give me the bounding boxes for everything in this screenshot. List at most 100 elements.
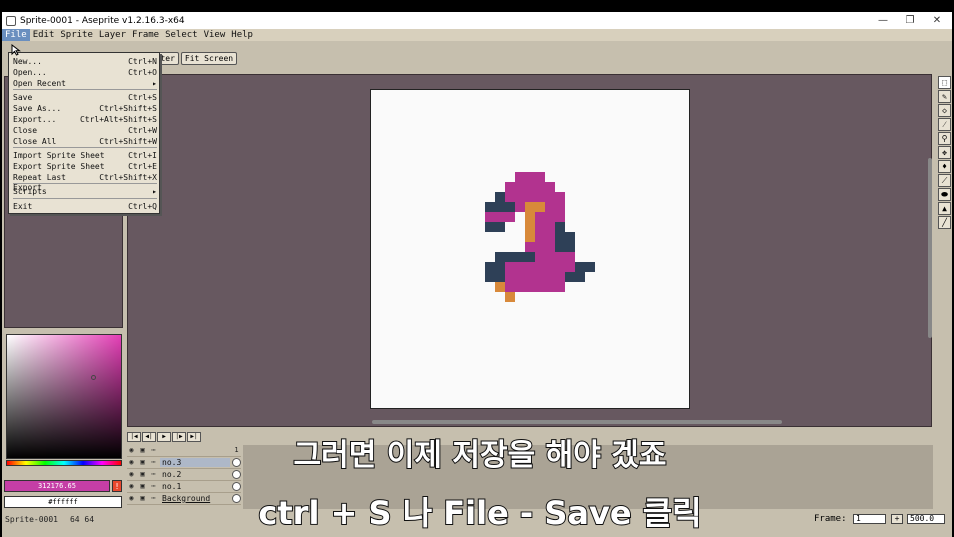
link-icon[interactable]: ⋯: [149, 458, 158, 467]
horizontal-scrollbar[interactable]: [132, 420, 922, 425]
status-sprite-size: 64 64: [69, 514, 95, 524]
sprite-pixel: [565, 252, 575, 262]
file-menu-item[interactable]: Close Ctrl+W: [13, 126, 157, 136]
eye-icon[interactable]: ◉: [127, 470, 136, 479]
file-menu-item[interactable]: Save Ctrl+S: [13, 93, 157, 103]
sprite-pixel: [525, 252, 535, 262]
first-frame-icon[interactable]: |◀: [127, 432, 141, 442]
lock-icon[interactable]: ▣: [138, 458, 147, 467]
hue-slider[interactable]: [6, 460, 122, 466]
add-frame-button[interactable]: +: [891, 514, 903, 524]
contour-tool-icon[interactable]: ▲: [938, 202, 951, 215]
file-menu-item[interactable]: Import Sprite Sheet Ctrl+I: [13, 151, 157, 161]
sprite-pixel: [505, 292, 515, 302]
menu-separator: [13, 147, 157, 148]
tool-palette: ⬚ ✎ ◇ ⁄ ⚲ ✥ ♦ ⟋ ⬬ ▲ ╱: [938, 76, 952, 236]
menu-help[interactable]: Help: [228, 29, 256, 41]
layer-name[interactable]: no.3: [160, 458, 230, 467]
layer-name[interactable]: Background: [160, 494, 230, 503]
vertical-scrollbar[interactable]: [928, 78, 932, 428]
link-icon[interactable]: ⋯: [149, 482, 158, 491]
sprite-pixel: [545, 282, 555, 292]
zoom-input[interactable]: 500.0: [907, 514, 945, 524]
lock-icon[interactable]: ▣: [138, 470, 147, 479]
menu-file[interactable]: File: [2, 29, 30, 41]
layer-row[interactable]: ◉ ▣ ⋯ no.3: [127, 457, 241, 469]
eye-header-icon[interactable]: ◉: [127, 446, 136, 455]
file-menu-item[interactable]: Save As... Ctrl+Shift+S: [13, 104, 157, 114]
menu-sprite[interactable]: Sprite: [57, 29, 96, 41]
link-icon[interactable]: ⋯: [149, 494, 158, 503]
prev-frame-icon[interactable]: ◀|: [142, 432, 156, 442]
menu-item-shortcut: Ctrl+N: [128, 57, 157, 66]
menu-item-label: Export...: [13, 115, 57, 124]
sprite-pixel: [515, 272, 525, 282]
line-tool-icon[interactable]: ⟋: [938, 174, 951, 187]
next-frame-icon[interactable]: |▶: [172, 432, 186, 442]
minimize-button[interactable]: —: [868, 12, 898, 29]
lock-icon[interactable]: ▣: [138, 482, 147, 491]
file-menu-item[interactable]: New... Ctrl+N: [13, 57, 157, 67]
eraser-tool-icon[interactable]: ◇: [938, 104, 951, 117]
sprite-pixel: [495, 252, 505, 262]
file-menu-item[interactable]: Open Recent ▸: [13, 79, 157, 89]
file-menu-item[interactable]: Open... Ctrl+O: [13, 68, 157, 78]
canvas-area[interactable]: [127, 74, 932, 427]
background-color[interactable]: #ffffff: [4, 496, 122, 508]
link-header-icon[interactable]: ⋯: [149, 446, 158, 455]
sprite-pixel: [535, 282, 545, 292]
menu-item-label: Close: [13, 126, 38, 135]
fill-tool-icon[interactable]: ♦: [938, 160, 951, 173]
menu-layer[interactable]: Layer: [96, 29, 129, 41]
layer-name[interactable]: no.2: [160, 470, 230, 479]
menu-frame[interactable]: Frame: [129, 29, 162, 41]
file-menu-item[interactable]: Export Sprite Sheet Ctrl+E: [13, 162, 157, 172]
sprite-canvas[interactable]: [370, 89, 690, 409]
picker-cursor[interactable]: [91, 375, 96, 380]
menu-select[interactable]: Select: [162, 29, 201, 41]
zoom-tool-icon[interactable]: ⚲: [938, 132, 951, 145]
lock-header-icon[interactable]: ▣: [138, 446, 147, 455]
file-menu-item[interactable]: Scripts ▸: [13, 187, 157, 197]
pencil-tool-icon[interactable]: ✎: [938, 90, 951, 103]
sprite-pixel: [535, 272, 545, 282]
layer-name[interactable]: no.1: [160, 482, 230, 491]
eye-icon[interactable]: ◉: [127, 494, 136, 503]
lock-icon[interactable]: ▣: [138, 494, 147, 503]
ellipse-tool-icon[interactable]: ⬬: [938, 188, 951, 201]
blur-tool-icon[interactable]: ╱: [938, 216, 951, 229]
menu-view[interactable]: View: [201, 29, 229, 41]
sprite-pixel: [525, 242, 535, 252]
link-icon[interactable]: ⋯: [149, 470, 158, 479]
sprite-pixel: [545, 272, 555, 282]
maximize-button[interactable]: ❐: [895, 12, 925, 29]
eye-icon[interactable]: ◉: [127, 482, 136, 491]
last-frame-icon[interactable]: ▶|: [187, 432, 201, 442]
menu-item-shortcut: Ctrl+Shift+X: [99, 173, 157, 182]
marquee-tool-icon[interactable]: ⬚: [938, 76, 951, 89]
file-menu-item[interactable]: Close All Ctrl+Shift+W: [13, 137, 157, 147]
eyedropper-tool-icon[interactable]: ⁄: [938, 118, 951, 131]
menu-separator: [13, 183, 157, 184]
menu-item-label: Open Recent: [13, 79, 66, 88]
file-menu-item[interactable]: Repeat Last Export Ctrl+Shift+X: [13, 173, 157, 192]
fit-screen-button[interactable]: Fit Screen: [180, 52, 238, 65]
sprite-pixel: [555, 242, 565, 252]
move-tool-icon[interactable]: ✥: [938, 146, 951, 159]
layer-row[interactable]: ◉ ▣ ⋯ no.1: [127, 481, 241, 493]
file-menu-item[interactable]: Export... Ctrl+Alt+Shift+S: [13, 115, 157, 125]
eye-icon[interactable]: ◉: [127, 458, 136, 467]
layer-row[interactable]: ◉ ▣ ⋯ Background: [127, 493, 241, 505]
warning-icon[interactable]: !: [112, 480, 122, 492]
play-icon[interactable]: ▶: [157, 432, 171, 442]
color-picker[interactable]: [6, 334, 122, 459]
layer-row[interactable]: ◉ ▣ ⋯ no.2: [127, 469, 241, 481]
close-button[interactable]: ✕: [922, 12, 952, 29]
foreground-color[interactable]: 312176.65: [4, 480, 110, 492]
menu-item-label: Import Sprite Sheet: [13, 151, 105, 160]
file-menu-item[interactable]: Exit Ctrl+Q: [13, 202, 157, 212]
menu-item-label: Open...: [13, 68, 47, 77]
frame-input[interactable]: 1: [853, 514, 886, 524]
sprite-pixel: [545, 182, 555, 192]
menu-edit[interactable]: Edit: [30, 29, 58, 41]
